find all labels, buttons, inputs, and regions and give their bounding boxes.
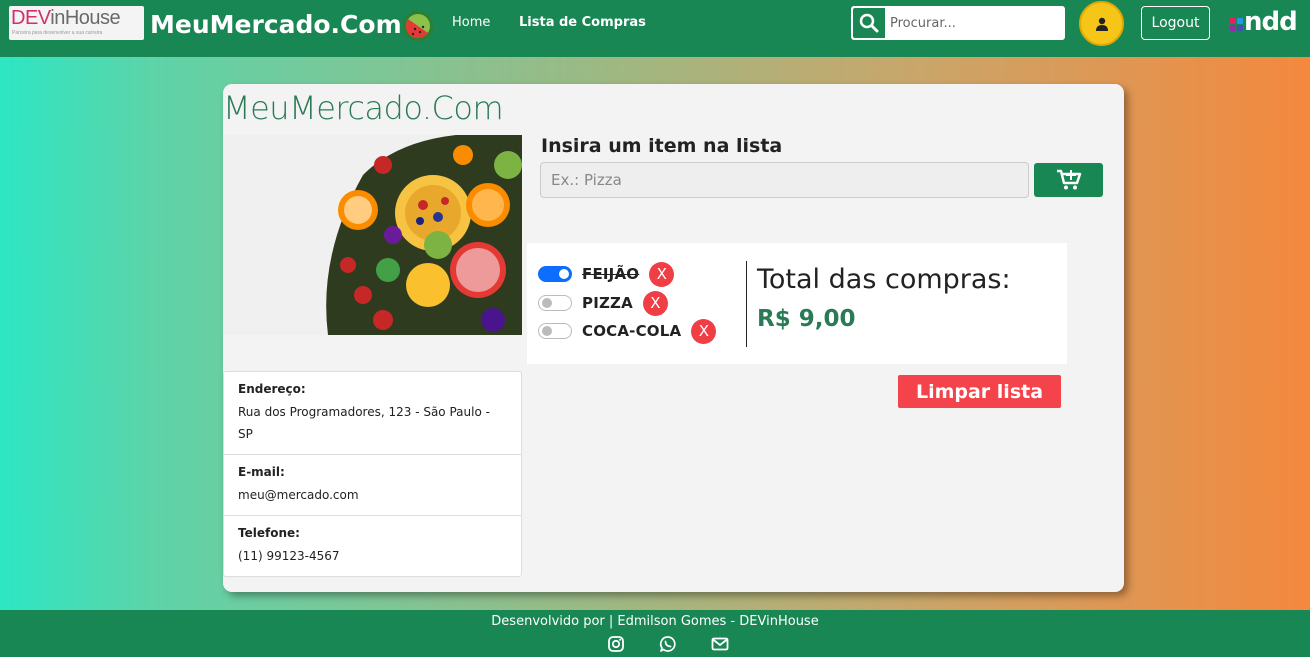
divider <box>746 261 747 347</box>
item-toggle[interactable] <box>538 323 572 339</box>
user-icon <box>1095 17 1108 31</box>
contact-address: Endereço: Rua dos Programadores, 123 - S… <box>224 372 521 455</box>
item-name: COCA-COLA <box>582 322 682 340</box>
ndd-dots-icon <box>1230 18 1244 32</box>
item-name: FEIJÃO <box>582 265 640 283</box>
nav-home[interactable]: Home <box>452 14 490 32</box>
contact-value: Rua dos Programadores, 123 - São Paulo -… <box>238 405 490 441</box>
card-title: MeuMercado.Com <box>223 89 504 127</box>
item-toggle[interactable] <box>538 295 572 311</box>
total-label: Total das compras: <box>757 264 1011 295</box>
add-item-button[interactable] <box>1034 163 1103 197</box>
insert-title: Insira um item na lista <box>541 135 783 157</box>
list-item: COCA-COLA X <box>538 318 717 344</box>
watermelon-icon <box>403 11 433 41</box>
navbar: DEVinHouse Parceira para desenvolver a s… <box>0 0 1310 57</box>
nav-lista-de-compras[interactable]: Lista de Compras <box>519 14 646 32</box>
list-item: PIZZA X <box>538 290 668 316</box>
footer: Desenvolvido por | Edmilson Gomes - DEVi… <box>0 610 1310 657</box>
clear-list-button[interactable]: Limpar lista <box>898 375 1061 408</box>
cart-plus-icon <box>1056 169 1081 190</box>
contact-label: Telefone: <box>238 526 300 540</box>
shopping-list-panel: FEIJÃO X PIZZA X COCA-COLA X Total das c… <box>527 243 1067 364</box>
devinhouse-logo[interactable]: DEVinHouse Parceira para desenvolver a s… <box>9 6 144 40</box>
footer-text: Desenvolvido por | Edmilson Gomes - DEVi… <box>491 614 819 629</box>
instagram-icon[interactable] <box>607 635 625 653</box>
contact-label: E-mail: <box>238 465 285 479</box>
contact-value: (11) 99123-4567 <box>238 549 340 563</box>
list-item: FEIJÃO X <box>538 261 675 287</box>
logout-button[interactable]: Logout <box>1141 6 1210 40</box>
main-card: MeuMercado.Com Endereço: Rua dos Program… <box>223 84 1124 592</box>
item-name: PIZZA <box>582 294 633 312</box>
item-toggle[interactable] <box>538 266 572 282</box>
ndd-text: ndd <box>1244 7 1298 37</box>
contact-value: meu@mercado.com <box>238 488 359 502</box>
brand-title[interactable]: MeuMercado.Com <box>150 8 402 42</box>
remove-item-button[interactable]: X <box>642 290 668 316</box>
mail-icon[interactable] <box>711 635 729 653</box>
total-value: R$ 9,00 <box>757 306 856 332</box>
search-input[interactable] <box>885 8 1061 38</box>
remove-item-button[interactable]: X <box>649 261 675 287</box>
search-box <box>851 6 1065 40</box>
contact-phone: Telefone: (11) 99123-4567 <box>224 516 521 576</box>
contact-label: Endereço: <box>238 382 306 396</box>
search-icon[interactable] <box>853 8 885 38</box>
item-input[interactable] <box>540 162 1029 198</box>
fruits-image <box>223 135 522 335</box>
logo-tagline: Parceira para desenvolver a sua carreira <box>12 30 103 36</box>
logo-text: DEVinHouse <box>11 7 121 29</box>
contact-email: E-mail: meu@mercado.com <box>224 455 521 516</box>
avatar[interactable] <box>1079 1 1124 46</box>
contact-box: Endereço: Rua dos Programadores, 123 - S… <box>223 371 522 577</box>
ndd-logo: ndd <box>1230 7 1300 37</box>
remove-item-button[interactable]: X <box>691 318 717 344</box>
whatsapp-icon[interactable] <box>659 635 677 653</box>
